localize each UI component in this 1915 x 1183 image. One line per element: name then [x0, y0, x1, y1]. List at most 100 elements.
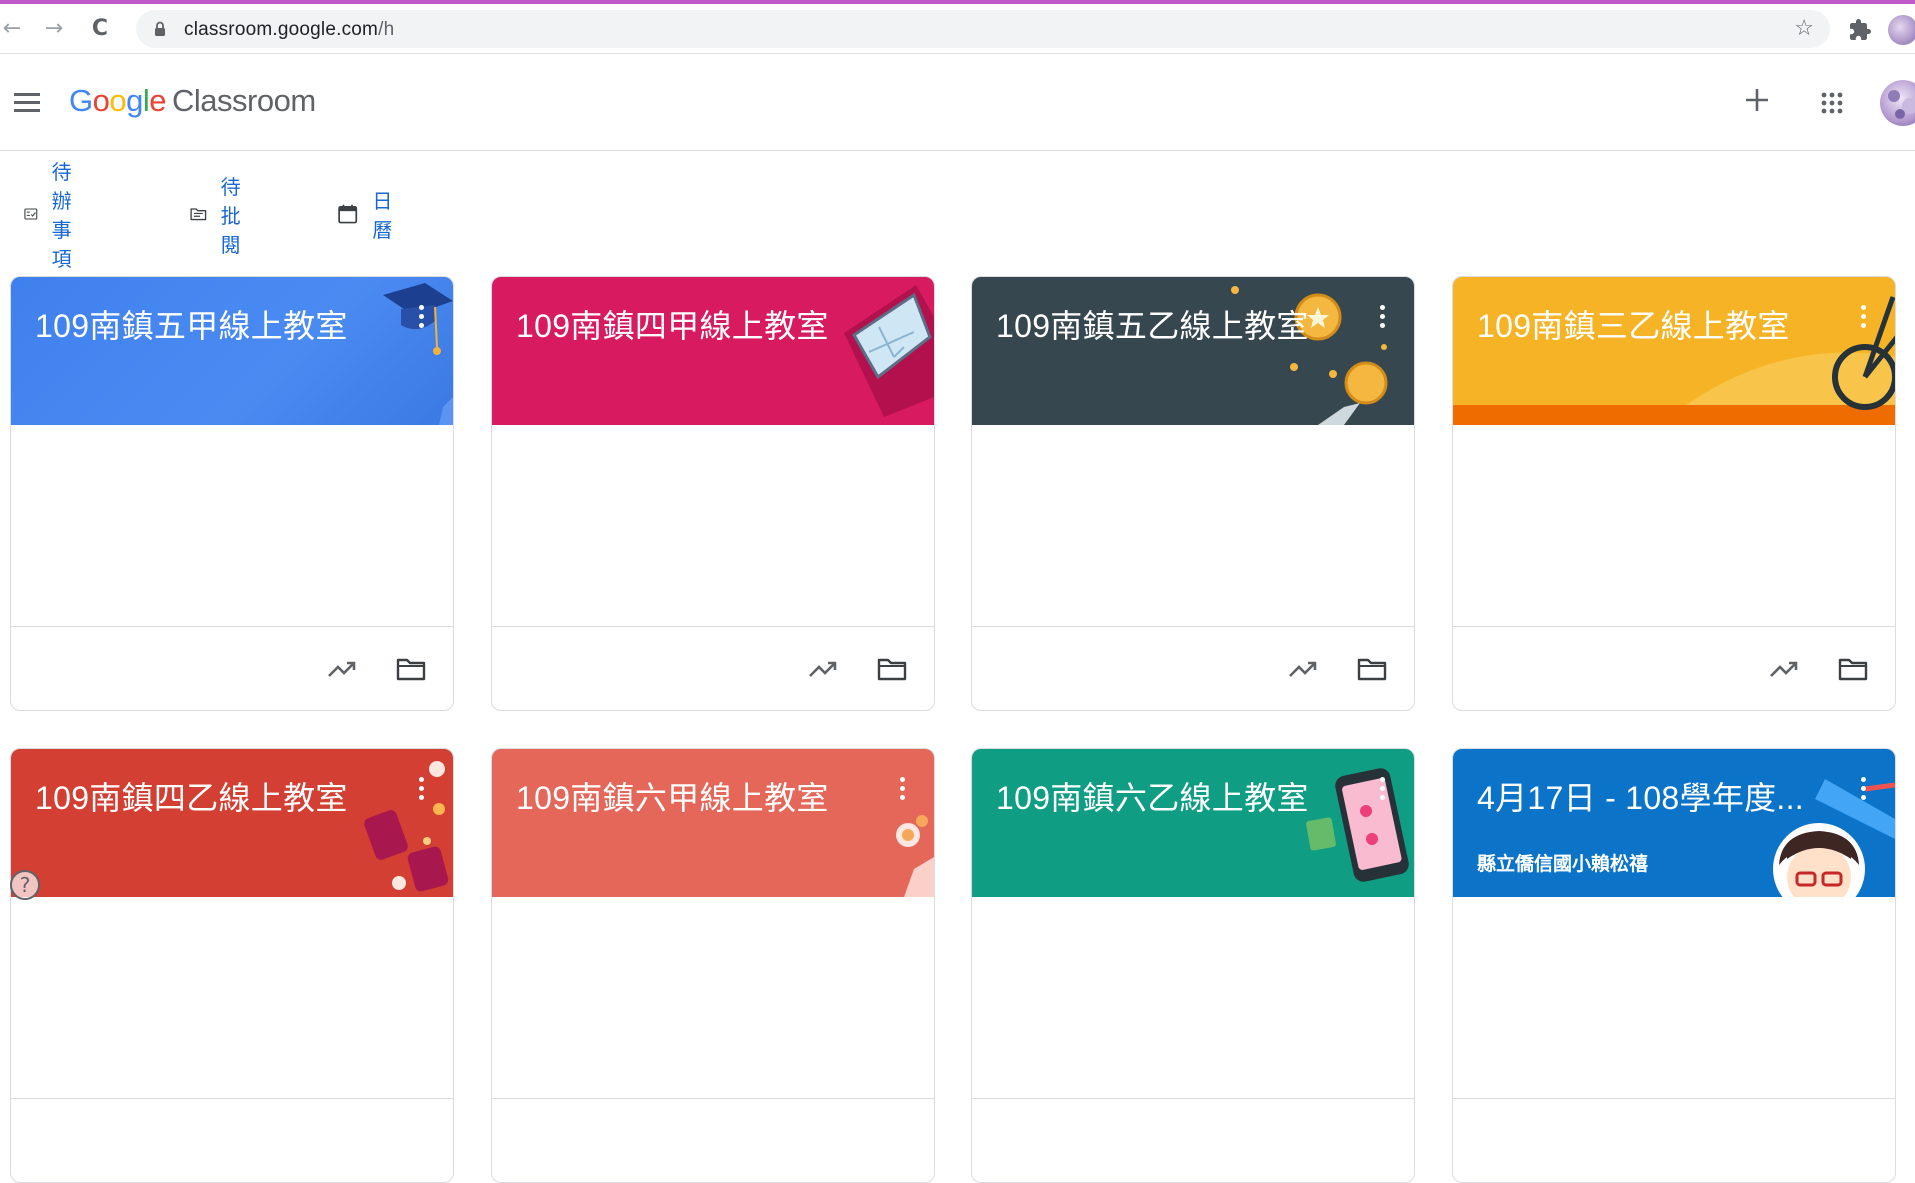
- card-more-options-icon[interactable]: [417, 777, 425, 803]
- card-body: [492, 425, 934, 627]
- cafe-illustration-icon: [896, 815, 934, 897]
- review-folder-icon: [190, 208, 207, 221]
- card-footer: [1453, 1099, 1895, 1182]
- card-footer: [972, 1099, 1414, 1182]
- bicycle-illustration-icon: [1453, 296, 1895, 425]
- card-body: [492, 897, 934, 1099]
- back-button[interactable]: ←: [0, 17, 24, 41]
- card-more-options-icon[interactable]: [1859, 305, 1867, 331]
- avatar-pattern-icon: [1888, 90, 1915, 119]
- account-avatar[interactable]: [1880, 80, 1915, 126]
- forward-button[interactable]: →: [42, 17, 66, 41]
- lock-icon: [155, 21, 165, 36]
- address-bar[interactable]: classroom.google.com/h ☆: [136, 10, 1830, 48]
- trending-up-icon[interactable]: [807, 653, 839, 685]
- class-banner[interactable]: 109南鎮四乙線上教室: [11, 749, 453, 897]
- subnav-item-review[interactable]: 待批閱: [190, 177, 254, 257]
- card-footer: [1453, 627, 1895, 710]
- class-title[interactable]: 109南鎮五乙線上教室: [996, 301, 1309, 347]
- extensions-puzzle-icon[interactable]: [1848, 18, 1872, 42]
- google-classroom-logo[interactable]: Google Classroom: [69, 83, 316, 119]
- main-menu-icon[interactable]: [14, 93, 40, 113]
- class-title[interactable]: 109南鎮五甲線上教室: [35, 301, 348, 347]
- class-title[interactable]: 4月17日 - 108學年度...: [1477, 773, 1804, 819]
- card-more-options-icon[interactable]: [1859, 777, 1867, 803]
- reload-button[interactable]: C: [88, 17, 112, 41]
- trending-up-icon[interactable]: [1768, 653, 1800, 685]
- graduation-cap-icon: [383, 283, 453, 425]
- url-path: /h: [378, 19, 395, 40]
- todo-icon: [24, 208, 38, 220]
- class-card[interactable]: 109南鎮五甲線上教室: [10, 276, 454, 711]
- browser-toolbar: ← → C classroom.google.com/h ☆: [0, 4, 1915, 54]
- class-title[interactable]: 109南鎮四甲線上教室: [516, 301, 829, 347]
- class-card[interactable]: 4月17日 - 108學年度... 縣立僑信國小賴松禧: [1452, 748, 1896, 1183]
- url-text: classroom.google.com/h: [184, 19, 394, 41]
- logo-letter: e: [149, 83, 167, 118]
- logo-letter: o: [92, 83, 110, 118]
- card-footer: [492, 627, 934, 710]
- bookmark-star-icon[interactable]: ☆: [1794, 16, 1814, 41]
- apps-grid-icon[interactable]: [1820, 91, 1844, 115]
- class-title[interactable]: 109南鎮四乙線上教室: [35, 773, 348, 819]
- card-body: [11, 897, 453, 1099]
- folder-icon[interactable]: [395, 653, 427, 685]
- subnav-label: 日曆: [372, 191, 393, 242]
- card-more-options-icon[interactable]: [1378, 777, 1386, 803]
- card-body: [1453, 897, 1895, 1099]
- trending-up-icon[interactable]: [326, 653, 358, 685]
- subnav-label: 待辦事項: [51, 162, 72, 271]
- class-banner[interactable]: 109南鎮六乙線上教室: [972, 749, 1414, 897]
- class-card[interactable]: 109南鎮六乙線上教室: [971, 748, 1415, 1183]
- card-footer: [11, 1099, 453, 1182]
- logo-letter: o: [109, 83, 127, 118]
- cartoon-teacher-illustration-icon: [1773, 779, 1895, 897]
- product-name: Classroom: [172, 83, 316, 118]
- card-footer: [11, 627, 453, 710]
- class-title[interactable]: 109南鎮三乙線上教室: [1477, 301, 1790, 347]
- card-more-options-icon[interactable]: [417, 305, 425, 331]
- sparkle-dot-icon: [1329, 370, 1337, 378]
- logo-letter: G: [69, 83, 93, 118]
- class-banner[interactable]: 109南鎮六甲線上教室: [492, 749, 934, 897]
- tickets-illustration-icon: [364, 761, 449, 892]
- sparkle-dot-icon: [1231, 286, 1239, 294]
- card-body: [1453, 425, 1895, 627]
- class-title[interactable]: 109南鎮六乙線上教室: [996, 773, 1309, 819]
- tablet-illustration-icon: [844, 285, 934, 417]
- class-title[interactable]: 109南鎮六甲線上教室: [516, 773, 829, 819]
- subnav-item-calendar[interactable]: 日曆: [337, 191, 401, 242]
- card-footer: [492, 1099, 934, 1182]
- url-host: classroom.google.com: [184, 19, 379, 40]
- phone-illustration-icon: [1306, 768, 1409, 882]
- class-card[interactable]: 109南鎮四甲線上教室: [491, 276, 935, 711]
- help-icon[interactable]: ?: [10, 870, 40, 900]
- class-teacher-name[interactable]: 縣立僑信國小賴松禧: [1477, 849, 1648, 876]
- card-body: [11, 425, 453, 627]
- medals-illustration-icon: [1290, 293, 1388, 425]
- plus-icon[interactable]: [1742, 85, 1772, 115]
- class-card[interactable]: 109南鎮三乙線上教室: [1452, 276, 1896, 711]
- class-banner[interactable]: 109南鎮五乙線上教室: [972, 277, 1414, 425]
- logo-letter: g: [126, 83, 143, 118]
- card-more-options-icon[interactable]: [1378, 305, 1386, 331]
- browser-profile-avatar[interactable]: [1888, 15, 1915, 45]
- folder-icon[interactable]: [1837, 653, 1869, 685]
- app-header: Google Classroom: [0, 55, 1915, 151]
- class-card[interactable]: 109南鎮六甲線上教室: [491, 748, 935, 1183]
- class-banner[interactable]: 109南鎮五甲線上教室: [11, 277, 453, 425]
- folder-icon[interactable]: [876, 653, 908, 685]
- card-footer: [972, 627, 1414, 710]
- class-card[interactable]: 109南鎮五乙線上教室: [971, 276, 1415, 711]
- card-body: [972, 425, 1414, 627]
- class-banner[interactable]: 4月17日 - 108學年度... 縣立僑信國小賴松禧: [1453, 749, 1895, 897]
- class-banner[interactable]: 109南鎮四甲線上教室: [492, 277, 934, 425]
- class-banner[interactable]: 109南鎮三乙線上教室: [1453, 277, 1895, 425]
- folder-icon[interactable]: [1356, 653, 1388, 685]
- subnav-item-todo[interactable]: 待辦事項: [24, 162, 88, 271]
- class-card[interactable]: 109南鎮四乙線上教室: [10, 748, 454, 1183]
- card-more-options-icon[interactable]: [898, 777, 906, 803]
- trending-up-icon[interactable]: [1287, 653, 1319, 685]
- calendar-icon: [338, 204, 358, 224]
- subnav-label: 待批閱: [220, 176, 241, 257]
